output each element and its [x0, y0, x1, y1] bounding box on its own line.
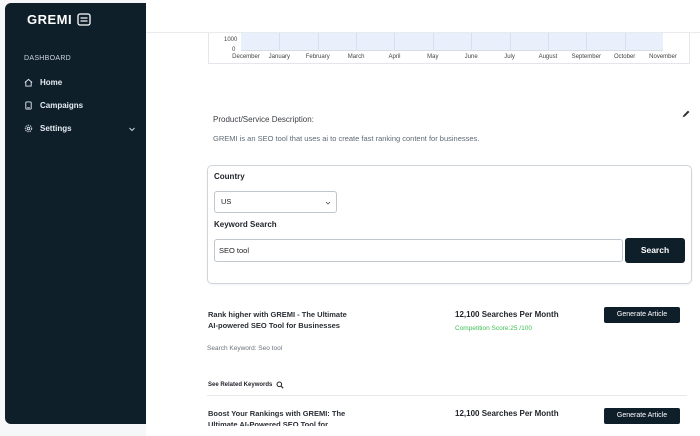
chart-gridline	[471, 32, 473, 51]
x-tick-label: May	[427, 54, 439, 60]
sidebar-item-label: Home	[40, 78, 63, 87]
campaigns-icon	[25, 101, 32, 110]
sidebar-item-label: Campaigns	[40, 101, 84, 110]
chart-gridline	[624, 32, 626, 51]
search-icon	[276, 381, 284, 389]
main-content: 1000 0 December January February March April…	[146, 0, 700, 436]
gear-icon	[24, 124, 33, 133]
sidebar-section-dashboard: DASHBOARD	[24, 55, 72, 62]
y-tick: 0	[232, 47, 236, 53]
result-title: Boost Your Rankings with GREMI: The Ulti…	[208, 409, 346, 426]
chart-gridline	[279, 32, 281, 51]
x-tick-label: February	[305, 54, 330, 60]
sidebar-item-label: Settings	[40, 124, 72, 133]
description-label: Product/Service Description:	[213, 115, 314, 124]
chart-gridline	[317, 32, 319, 51]
logo-text: GREMI	[27, 12, 73, 27]
country-value: US	[221, 197, 232, 206]
x-tick-label: July	[504, 54, 515, 60]
sidebar: GREMI DASHBOARD Home Campaigns Settings	[5, 3, 146, 424]
result-title: Rank higher with GREMI - The Ultimate AI…	[208, 310, 347, 330]
keyword-search-input[interactable]: SEO tool	[214, 239, 623, 262]
edit-pencil-icon[interactable]	[681, 109, 691, 119]
divider	[207, 395, 687, 396]
x-tick-label: June	[464, 54, 478, 60]
sidebar-item-campaigns[interactable]: Campaigns	[24, 101, 136, 110]
logo[interactable]: GREMI	[27, 12, 91, 27]
x-tick-label: October	[613, 54, 636, 60]
chart-gridline	[509, 32, 511, 51]
chart-gridline	[432, 32, 434, 51]
x-tick-label: April	[388, 54, 401, 60]
generate-article-button[interactable]: Generate Article	[604, 408, 680, 424]
chart-gridline	[547, 32, 549, 51]
description-text: GREMI is an SEO tool that uses ai to cre…	[213, 134, 480, 143]
x-tick-label: January	[268, 54, 291, 60]
keyword-search-label: Keyword Search	[214, 220, 277, 229]
app-frame: GREMI DASHBOARD Home Campaigns Settings …	[0, 0, 700, 436]
sidebar-item-home[interactable]: Home	[24, 78, 136, 87]
country-label: Country	[214, 172, 245, 181]
related-keywords-label: See Related Keywords	[208, 382, 273, 388]
x-tick-label: August	[538, 54, 558, 60]
see-related-keywords[interactable]: See Related Keywords	[208, 381, 284, 389]
x-tick-label: November	[649, 54, 677, 60]
generate-article-button[interactable]: Generate Article	[604, 307, 680, 323]
chart-gridline	[394, 32, 396, 51]
searches-chart: 1000 0 December January February March April…	[208, 32, 690, 64]
header-divider	[146, 32, 700, 33]
chevron-down-icon[interactable]	[128, 125, 136, 133]
x-tick-label: December	[232, 54, 260, 60]
search-button[interactable]: Search	[625, 238, 685, 263]
chart-plot-area	[241, 32, 663, 51]
sidebar-item-settings[interactable]: Settings	[24, 124, 136, 133]
result-searches: 12,100 Searches Per Month	[455, 409, 559, 418]
chart-gridline	[586, 32, 588, 51]
competition-score: Competition Score:25 /100	[455, 325, 532, 332]
result-search-keyword: Search Keyword: Seo tool	[207, 345, 283, 352]
home-icon	[24, 78, 33, 87]
country-select[interactable]: US	[214, 191, 337, 213]
chart-gridline	[356, 32, 358, 51]
x-tick-label: March	[347, 54, 365, 60]
y-tick: 1000	[224, 37, 238, 43]
logo-icon	[77, 13, 91, 26]
chevron-down-icon	[325, 201, 331, 205]
result-searches: 12,100 Searches Per Month	[455, 310, 559, 319]
x-tick-label: September	[571, 54, 601, 60]
keyword-search-card: Country US Keyword Search SEO tool Searc…	[207, 165, 692, 284]
